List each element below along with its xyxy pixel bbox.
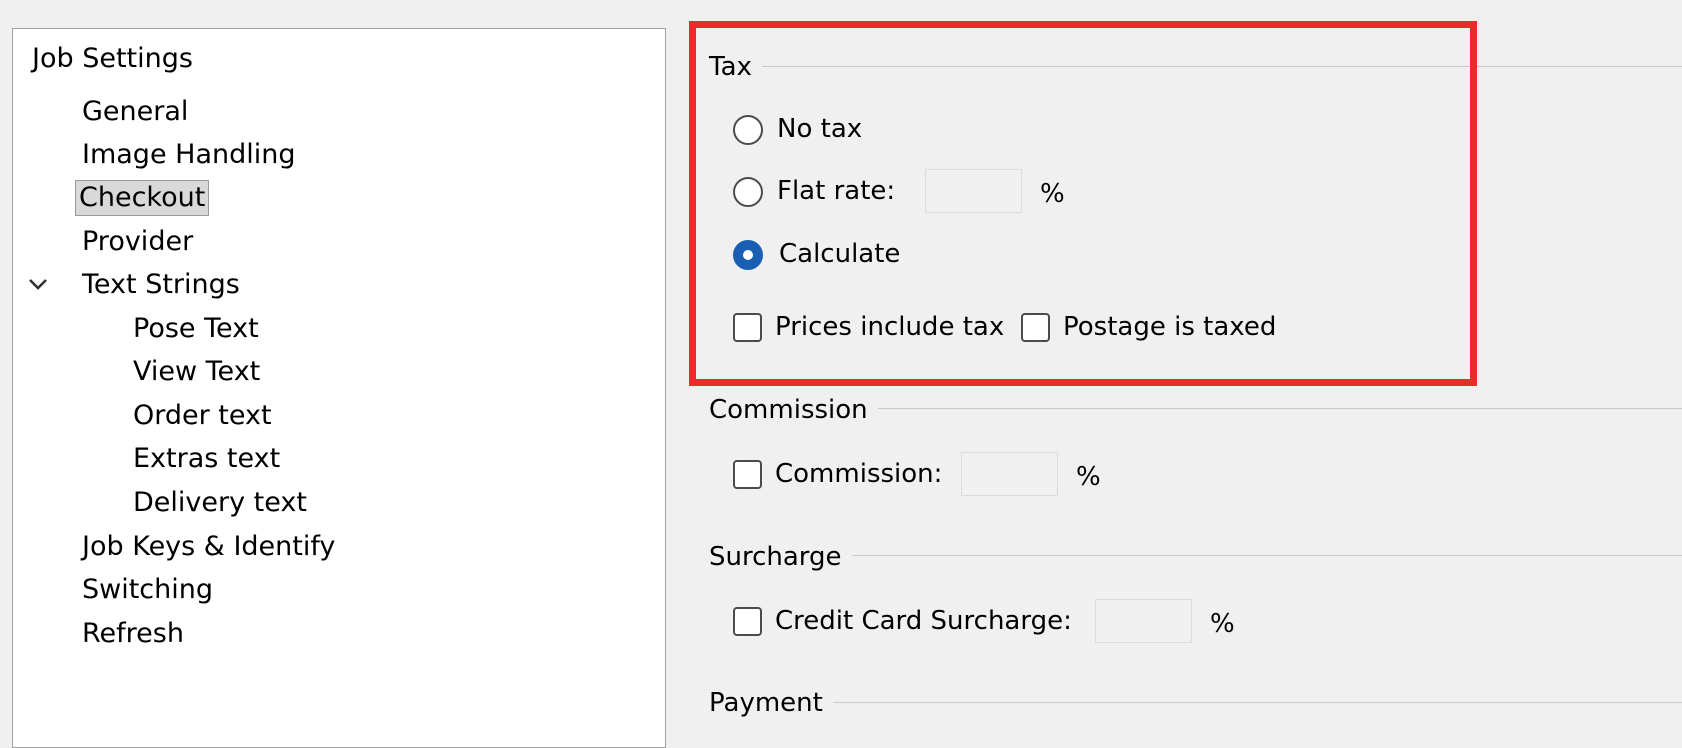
no-tax-label[interactable]: No tax [777,112,862,146]
tree-item-label: Order text [133,400,272,431]
tree-item-job-keys-identify[interactable]: Job Keys & Identify [73,529,344,565]
tree-item-label: Image Handling [82,139,296,170]
tree-item-provider[interactable]: Provider [73,224,202,260]
commission-group-title: Commission [709,393,878,427]
tree-item-label: Extras text [133,443,281,474]
tree-item-label: Delivery text [133,487,307,518]
flat-rate-label[interactable]: Flat rate: [777,174,895,208]
tree-item-label: View Text [133,356,261,387]
surcharge-group-title: Surcharge [709,540,852,574]
tree-item-extras-text[interactable]: Extras text [124,441,289,477]
tree-item-switching[interactable]: Switching [73,572,222,608]
commission-group-divider [860,408,1682,409]
chevron-down-icon[interactable] [25,267,53,303]
credit-card-surcharge-input[interactable] [1095,599,1192,643]
tree-item-image-handling[interactable]: Image Handling [73,137,305,173]
flat-rate-percent: % [1040,179,1065,209]
credit-card-surcharge-label[interactable]: Credit Card Surcharge: [775,604,1072,638]
tree-item-general[interactable]: General [73,94,197,130]
tree-item-label: Job Keys & Identify [82,531,336,562]
tree-item-label: Switching [82,574,214,605]
surcharge-percent: % [1210,609,1235,639]
commission-input[interactable] [961,452,1058,496]
tree-item-label: Provider [82,226,194,257]
flat-rate-radio[interactable] [733,177,763,207]
payment-group-divider [830,702,1682,703]
settings-tree[interactable]: Job Settings General Image Handling Chec… [12,28,666,748]
tax-group-divider [760,66,1682,67]
tree-item-view-text[interactable]: View Text [124,354,269,390]
tree-item-text-strings[interactable]: Text Strings [13,267,313,303]
tree-item-label: Text Strings [82,269,240,300]
commission-label[interactable]: Commission: [775,457,942,491]
tax-group-title: Tax [709,50,762,84]
tree-item-label: General [82,96,189,127]
no-tax-radio[interactable] [733,115,763,145]
tree-item-label: Refresh [82,618,184,649]
prices-include-tax-checkbox[interactable] [733,313,762,342]
tree-item-label: Checkout [75,180,210,216]
surcharge-group-divider [846,555,1682,556]
tree-item-refresh[interactable]: Refresh [73,616,193,652]
credit-card-surcharge-checkbox[interactable] [733,607,762,636]
postage-is-taxed-checkbox[interactable] [1021,313,1050,342]
commission-percent: % [1076,462,1101,492]
tree-item-delivery-text[interactable]: Delivery text [124,485,316,521]
postage-is-taxed-label[interactable]: Postage is taxed [1063,310,1276,344]
tree-item-checkout[interactable]: Checkout [69,180,215,216]
prices-include-tax-label[interactable]: Prices include tax [775,310,1004,344]
payment-group-title: Payment [709,686,833,720]
commission-checkbox[interactable] [733,460,762,489]
tree-item-pose-text[interactable]: Pose Text [124,311,268,347]
tree-item-label: Job Settings [32,43,193,74]
tree-item-label: Pose Text [133,313,259,344]
calculate-label[interactable]: Calculate [779,237,900,271]
tree-item-order-text[interactable]: Order text [124,398,281,434]
calculate-radio[interactable] [733,240,763,270]
flat-rate-input[interactable] [925,169,1022,213]
tree-item-job-settings[interactable]: Job Settings [23,41,202,77]
